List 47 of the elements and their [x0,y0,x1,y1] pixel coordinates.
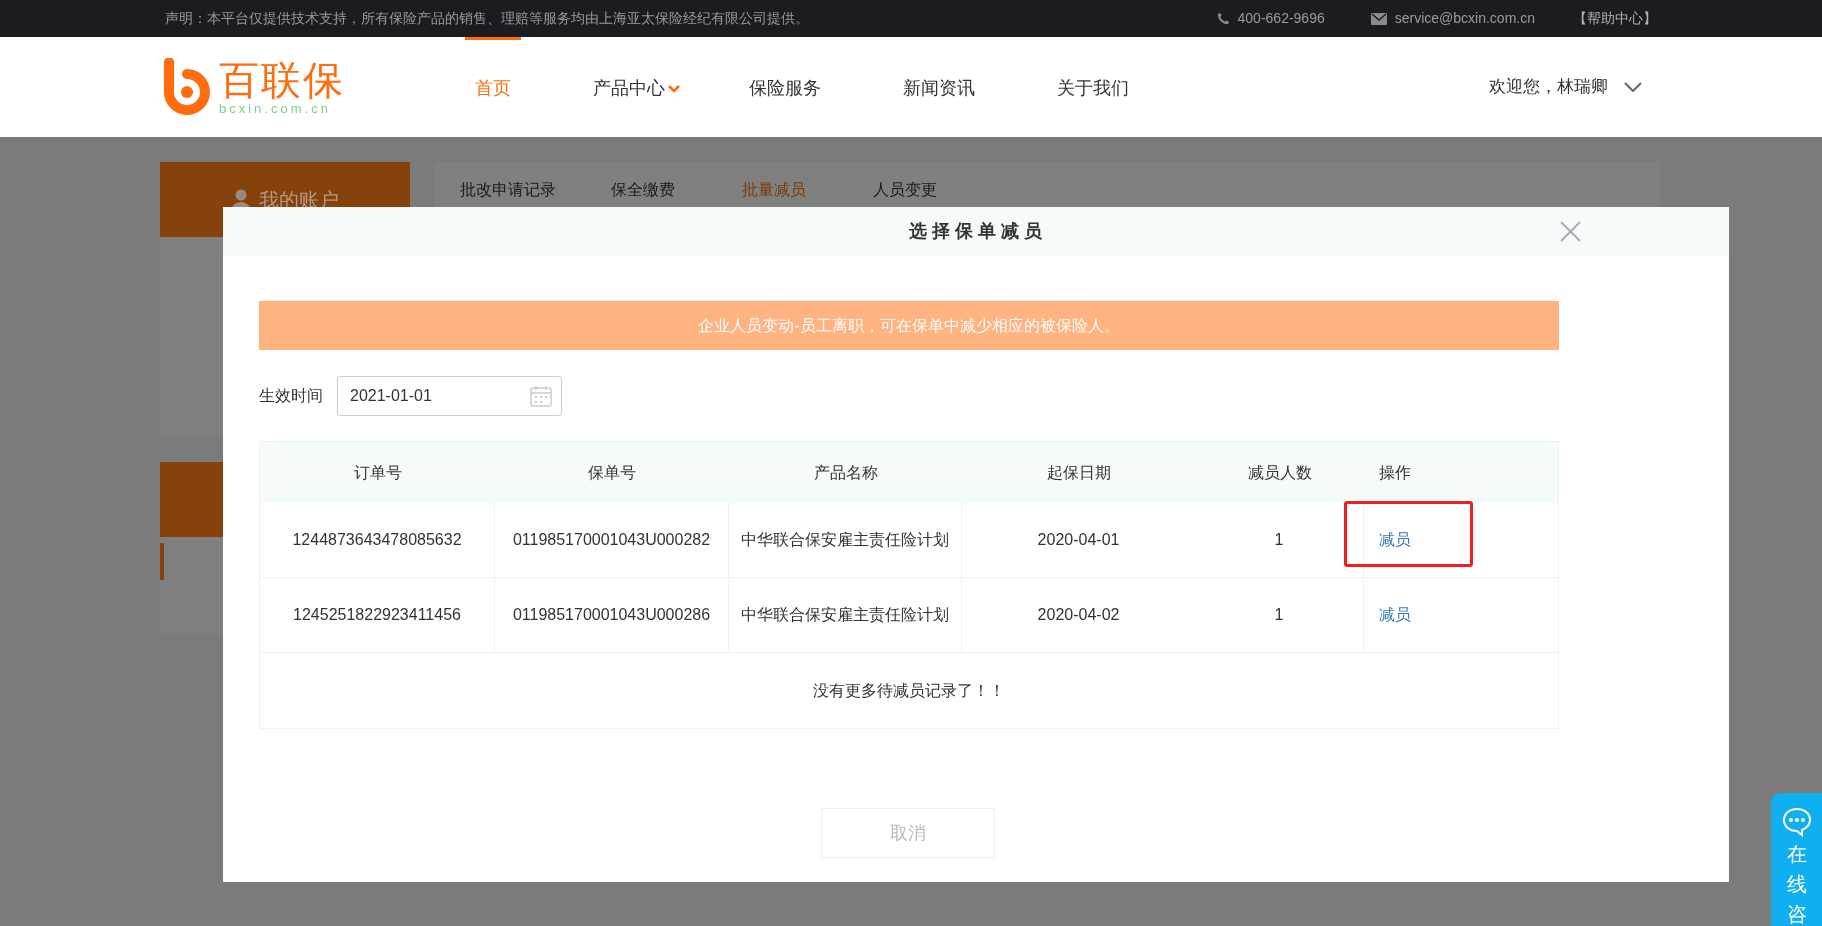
table-cell: 1244873643478085632 [260,503,495,577]
chat-bubble-icon [1781,807,1812,837]
close-icon[interactable] [1560,221,1581,242]
table-cell: 1245251822923411456 [260,578,495,652]
table-cell: 011985170001043U000282 [495,503,729,577]
user-greeting[interactable]: 欢迎您，林瑞卿 [1489,74,1608,100]
chat-label: 在线咨 [1786,842,1807,926]
logo-domain: bcxin.com.cn [219,101,332,115]
tab[interactable]: 批改申请记录 [460,177,556,202]
table-cell: 1 [1195,503,1364,577]
chevron-down-icon[interactable] [1624,82,1642,92]
column-header: 减员人数 [1247,462,1312,483]
chevron-down-icon[interactable] [667,83,681,94]
table-cell: 中华联合保安雇主责任险计划 [729,503,962,577]
nav-link[interactable]: 新闻资讯 [893,37,985,137]
phone-number: 400-662-9696 [1237,9,1325,28]
nav-link[interactable]: 首页 [465,37,521,137]
tab[interactable]: 保全缴费 [611,177,675,202]
empty-message: 没有更多待减员记录了！！ [813,680,1005,701]
nav-link[interactable]: 保险服务 [739,37,831,137]
column-header: 订单号 [353,462,402,483]
calendar-icon[interactable] [530,385,552,407]
reduce-member-link[interactable]: 减员 [1379,528,1411,552]
table-cell-text: 2020-04-01 [1036,530,1121,550]
nav-link[interactable]: 产品中心 [583,37,691,137]
table-cell: 中华联合保安雇主责任险计划 [729,578,962,652]
reduce-member-link[interactable]: 减员 [1379,603,1411,627]
table-cell: 1 [1195,578,1364,652]
table-cell: 011985170001043U000286 [495,578,729,652]
column-header: 保单号 [588,462,636,483]
nav-link[interactable]: 关于我们 [1047,37,1139,137]
column-header: 操作 [1379,463,1411,481]
column-header: 起保日期 [1046,462,1111,483]
info-banner: 企业人员变动-员工离职，可在保单中减少相应的被保险人。 [259,301,1559,350]
field-label: 生效时间 [259,386,323,406]
logo-text: 百联保 [219,59,345,100]
disclaimer-text: 声明：本平台仅提供技术支持，所有保险产品的销售、理赔等服务均由上海亚太保险经纪有限公司提供。 [165,9,809,28]
chat-widget[interactable]: 在线咨 [1771,793,1822,926]
date-field[interactable]: 2021-01-01 [337,376,562,416]
phone-icon [1216,12,1230,25]
table-cell-text: 2020-04-02 [1036,605,1121,625]
column-header: 产品名称 [813,462,878,483]
email-address: service@bcxin.com.cn [1394,9,1535,28]
tab[interactable]: 人员变更 [873,177,937,202]
mail-icon [1370,12,1387,25]
help-center-link[interactable]: 【帮助中心】 [1573,8,1657,29]
dialog-title: 选 择 保 单 减 员 [909,220,1043,243]
